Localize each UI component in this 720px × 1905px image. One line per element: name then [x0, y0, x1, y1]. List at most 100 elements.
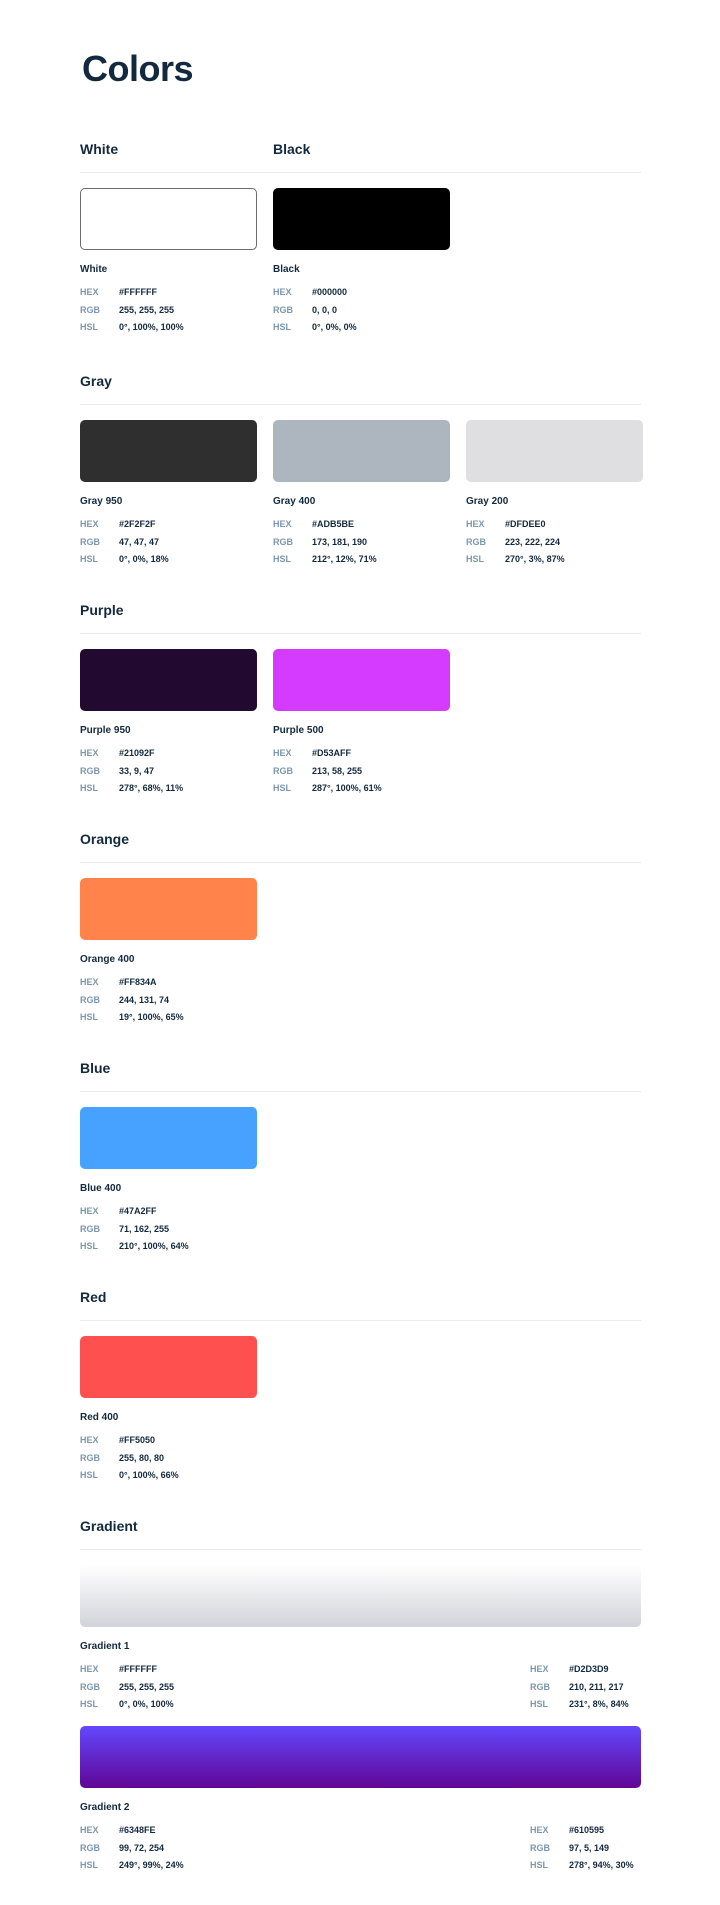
- color-swatch-purple-950[interactable]: [80, 649, 257, 711]
- section-divider: [80, 1320, 641, 1321]
- hex-value: #FFFFFF: [119, 1664, 157, 1674]
- rgb-label: RGB: [273, 536, 293, 547]
- rgb-label: RGB: [80, 994, 100, 1005]
- section-title-gray: Gray: [80, 373, 112, 389]
- rgb-label: RGB: [80, 1452, 100, 1463]
- color-name: Black: [273, 264, 300, 275]
- color-swatch-white[interactable]: [80, 188, 257, 250]
- hex-label: HEX: [80, 1206, 99, 1216]
- rgb-value: 97, 5, 149: [569, 1842, 610, 1853]
- color-name: Gray 200: [466, 496, 509, 507]
- hex-value: #610595: [569, 1825, 605, 1835]
- gradient-1-start-spec: HEX #FFFFFF RGB 255, 255, 255 HSL 0°, 0%, 1…: [80, 1661, 174, 1714]
- hsl-value: 0°, 0%, 100%: [119, 1699, 174, 1709]
- rgb-value: 71, 162, 255: [119, 1223, 170, 1234]
- hex-label: HEX: [273, 287, 292, 297]
- color-swatch-orange-400[interactable]: [80, 878, 257, 940]
- section-title-black: Black: [273, 141, 311, 157]
- gradient-name: Gradient 1: [80, 1641, 130, 1652]
- hex-value: #FFFFFF: [119, 287, 157, 297]
- color-name: Blue 400: [80, 1183, 122, 1194]
- hsl-label: HSL: [80, 322, 98, 332]
- color-swatch-blue-400[interactable]: [80, 1107, 257, 1169]
- rgb-label: RGB: [530, 1681, 550, 1692]
- hsl-label: HSL: [80, 1860, 98, 1870]
- color-swatch-gray-400[interactable]: [273, 420, 450, 482]
- rgb-label: RGB: [80, 536, 100, 547]
- rgb-value: 99, 72, 254: [119, 1842, 165, 1853]
- hex-label: HEX: [80, 748, 99, 758]
- color-spec-red-400: HEX #FF5050 RGB 255, 80, 80 HSL 0°, 100%, 6…: [80, 1432, 179, 1485]
- color-name: White: [80, 264, 108, 275]
- gradient-2-start-spec: HEX #6348FE RGB 99, 72, 254 HSL 249°, 99%, …: [80, 1822, 184, 1875]
- rgb-label: RGB: [273, 304, 293, 315]
- gradient-1-end-spec: HEX #D2D3D9 RGB 210, 211, 217 HSL 231°, 8%,…: [530, 1661, 629, 1714]
- color-swatch-gray-950[interactable]: [80, 420, 257, 482]
- hsl-label: HSL: [80, 1241, 98, 1251]
- color-spec-gray-400: HEX #ADB5BE RGB 173, 181, 190 HSL 212°, 12%…: [273, 516, 377, 569]
- color-swatch-gray-200[interactable]: [466, 420, 643, 482]
- hsl-value: 287°, 100%, 61%: [312, 783, 382, 793]
- rgb-value: 244, 131, 74: [119, 994, 170, 1005]
- section-title-purple: Purple: [80, 602, 124, 618]
- section-title-blue: Blue: [80, 1060, 111, 1076]
- hex-label: HEX: [530, 1664, 549, 1674]
- hsl-label: HSL: [466, 554, 484, 564]
- hsl-value: 270°, 3%, 87%: [505, 554, 565, 564]
- hsl-label: HSL: [80, 1470, 98, 1480]
- hsl-label: HSL: [273, 783, 291, 793]
- hex-value: #FF834A: [119, 977, 157, 987]
- hsl-value: 0°, 100%, 66%: [119, 1470, 179, 1480]
- color-spec-purple-500: HEX #D53AFF RGB 213, 58, 255 HSL 287°, 100%…: [273, 745, 382, 798]
- rgb-label: RGB: [80, 765, 100, 776]
- color-swatch-purple-500[interactable]: [273, 649, 450, 711]
- gradient-2-end-spec: HEX #610595 RGB 97, 5, 149 HSL 278°, 94%, 3…: [530, 1822, 634, 1875]
- color-spec-gray-950: HEX #2F2F2F RGB 47, 47, 47 HSL 0°, 0%, 18%: [80, 516, 169, 569]
- rgb-label: RGB: [80, 1681, 100, 1692]
- hsl-value: 212°, 12%, 71%: [312, 554, 377, 564]
- color-spec-black: HEX #000000 RGB 0, 0, 0 HSL 0°, 0%, 0%: [273, 284, 357, 337]
- hsl-label: HSL: [80, 1012, 98, 1022]
- gradient-swatch-2[interactable]: [80, 1726, 641, 1788]
- hsl-label: HSL: [273, 554, 291, 564]
- section-divider: [80, 404, 641, 405]
- color-spec-orange-400: HEX #FF834A RGB 244, 131, 74 HSL 19°, 100%,…: [80, 974, 184, 1027]
- hsl-value: 249°, 99%, 24%: [119, 1860, 184, 1870]
- hex-label: HEX: [466, 519, 485, 529]
- hex-label: HEX: [80, 1825, 99, 1835]
- hsl-label: HSL: [80, 783, 98, 793]
- rgb-value: 210, 211, 217: [569, 1681, 624, 1692]
- hex-value: #47A2FF: [119, 1206, 157, 1216]
- section-title-red: Red: [80, 1289, 107, 1305]
- hsl-value: 0°, 0%, 18%: [119, 554, 169, 564]
- hex-label: HEX: [80, 1664, 99, 1674]
- rgb-value: 213, 58, 255: [312, 765, 363, 776]
- hex-label: HEX: [273, 519, 292, 529]
- rgb-value: 223, 222, 224: [505, 536, 561, 547]
- hsl-value: 231°, 8%, 84%: [569, 1699, 629, 1709]
- rgb-value: 47, 47, 47: [119, 536, 160, 547]
- rgb-label: RGB: [466, 536, 486, 547]
- hex-value: #DFDEE0: [505, 519, 546, 529]
- rgb-label: RGB: [80, 304, 100, 315]
- color-swatch-red-400[interactable]: [80, 1336, 257, 1398]
- section-divider: [80, 1549, 641, 1550]
- rgb-value: 173, 181, 190: [312, 536, 368, 547]
- hsl-label: HSL: [530, 1860, 548, 1870]
- gradient-swatch-1[interactable]: [80, 1565, 641, 1627]
- page-title: Colors: [82, 48, 194, 89]
- hsl-label: HSL: [80, 1699, 98, 1709]
- hsl-label: HSL: [80, 554, 98, 564]
- hsl-value: 278°, 68%, 11%: [119, 783, 184, 793]
- color-spec-gray-200: HEX #DFDEE0 RGB 223, 222, 224 HSL 270°, 3%,…: [466, 516, 565, 569]
- section-title-gradient: Gradient: [80, 1518, 138, 1534]
- color-spec-white: HEX #FFFFFF RGB 255, 255, 255 HSL 0°, 100%,…: [80, 284, 184, 337]
- rgb-value: 0, 0, 0: [312, 304, 338, 315]
- color-name: Orange 400: [80, 954, 135, 965]
- color-swatch-black[interactable]: [273, 188, 450, 250]
- color-spec-blue-400: HEX #47A2FF RGB 71, 162, 255 HSL 210°, 100%…: [80, 1203, 189, 1256]
- hsl-value: 0°, 0%, 0%: [312, 322, 357, 332]
- section-title-white: White: [80, 141, 119, 157]
- hsl-label: HSL: [273, 322, 291, 332]
- hex-label: HEX: [530, 1825, 549, 1835]
